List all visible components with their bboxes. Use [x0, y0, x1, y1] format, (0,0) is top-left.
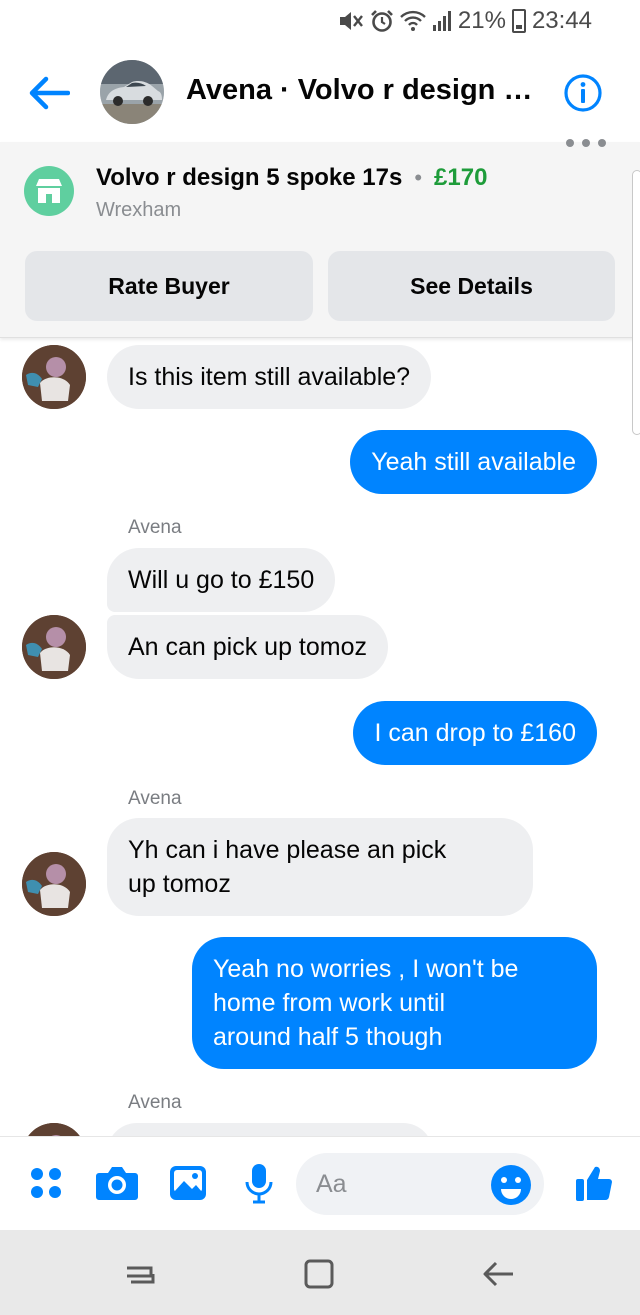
outgoing-message[interactable]: Yeah no worries , I won't be home from w…: [192, 937, 597, 1069]
like-button[interactable]: [570, 1159, 618, 1207]
camera-button[interactable]: [93, 1159, 141, 1207]
gallery-button[interactable]: [164, 1159, 212, 1207]
message-composer: [0, 1136, 640, 1230]
voice-button[interactable]: [235, 1159, 283, 1207]
incoming-message[interactable]: Yh can i have please an pick up tomoz: [107, 818, 533, 916]
recent-apps-button[interactable]: [118, 1252, 162, 1296]
image-icon: [170, 1166, 206, 1200]
apps-icon: [31, 1168, 61, 1198]
clock: 23:44: [531, 7, 592, 34]
conversation-title[interactable]: Avena · Volvo r design 5 s...: [186, 74, 536, 107]
apps-button[interactable]: [22, 1159, 70, 1207]
see-details-button[interactable]: See Details: [328, 251, 615, 321]
message-line: Yeah no worries , I won't be: [213, 955, 519, 983]
message-line: up tomoz: [128, 870, 231, 898]
listing-separator: •: [414, 165, 423, 190]
sender-avatar[interactable]: [22, 852, 86, 916]
alarm-icon: [370, 9, 394, 33]
status-bar: 21% 23:44: [0, 0, 640, 42]
thumbs-up-icon: [576, 1166, 612, 1201]
microphone-icon: [245, 1164, 273, 1204]
battery-percent: 21%: [457, 7, 506, 34]
outgoing-message[interactable]: Yeah still available: [350, 430, 597, 494]
more-dot: [582, 139, 590, 147]
more-dot: [598, 139, 606, 147]
incoming-message[interactable]: An can pick up tomoz: [107, 615, 389, 679]
message-list[interactable]: Is this item still available? Yeah still…: [0, 339, 640, 1136]
rate-buyer-button[interactable]: Rate Buyer: [25, 251, 313, 321]
outgoing-message[interactable]: I can drop to £160: [353, 701, 597, 765]
camera-icon: [96, 1167, 138, 1200]
more-dot: [566, 139, 574, 147]
incoming-message[interactable]: Is this item still available?: [107, 345, 432, 409]
signal-icon: [432, 10, 452, 32]
sender-name-label: Avena: [128, 1092, 182, 1113]
listing-price: £170: [434, 164, 488, 191]
conversation-header: Avena · Volvo r design 5 s...: [0, 42, 640, 142]
system-back-button[interactable]: [476, 1252, 520, 1296]
message-line: home from work until: [213, 989, 446, 1017]
sender-avatar[interactable]: [22, 345, 86, 409]
message-line: Yh can i have please an pick: [128, 836, 447, 864]
battery-icon: [511, 9, 526, 33]
incoming-message[interactable]: Will u go to £150: [107, 548, 336, 612]
message-line: around half 5 though: [213, 1023, 443, 1051]
listing-title[interactable]: Volvo r design 5 spoke 17s: [96, 164, 402, 192]
sender-name-label: Avena: [128, 788, 182, 809]
sender-name-label: Avena: [128, 517, 182, 538]
back-button[interactable]: [26, 70, 72, 116]
more-options-button[interactable]: [566, 133, 606, 153]
listing-title-row: Volvo r design 5 spoke 17s • £170: [96, 164, 487, 192]
arrow-left-icon: [29, 76, 70, 110]
info-icon: [564, 74, 602, 112]
sender-avatar[interactable]: [22, 1123, 86, 1136]
status-icons: 21% 23:44: [338, 6, 592, 36]
wifi-icon: [400, 10, 426, 32]
sender-avatar[interactable]: [22, 615, 86, 679]
listing-avatar[interactable]: [100, 60, 164, 124]
home-icon: [304, 1259, 334, 1289]
listing-location: Wrexham: [96, 199, 182, 221]
home-button[interactable]: [297, 1252, 341, 1296]
info-button[interactable]: [563, 73, 603, 113]
marketplace-listing-card: Volvo r design 5 spoke 17s • £170 Wrexha…: [0, 139, 640, 338]
mute-icon: [338, 10, 364, 32]
emoji-button[interactable]: [490, 1164, 532, 1206]
emoji-icon: [491, 1165, 531, 1205]
car-photo-icon: [100, 60, 164, 124]
shop-icon: [24, 166, 74, 216]
back-icon: [483, 1261, 513, 1287]
system-navigation-bar: [0, 1230, 640, 1315]
incoming-message-partial[interactable]: [107, 1123, 433, 1136]
recent-apps-icon: [127, 1266, 155, 1284]
